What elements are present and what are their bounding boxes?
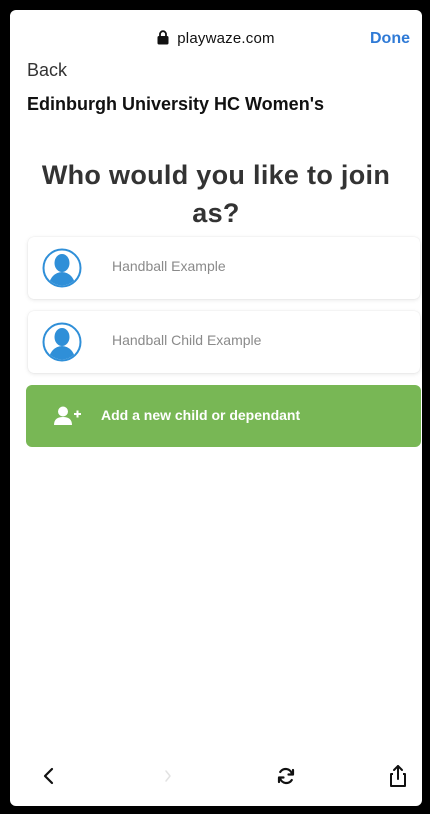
browser-window: playwaze.com Done Back Edinburgh Univers… <box>10 10 422 806</box>
member-name: Handball Child Example <box>112 332 262 348</box>
user-avatar-icon <box>42 322 82 362</box>
url-text: playwaze.com <box>177 30 275 47</box>
page-heading: Who would you like to join as? <box>41 160 391 228</box>
user-avatar-icon <box>42 248 82 288</box>
add-dependant-label: Add a new child or dependant <box>101 407 301 423</box>
share-icon[interactable] <box>384 762 412 790</box>
chevron-left-icon[interactable] <box>35 762 63 790</box>
browser-top-bar: playwaze.com Done <box>10 10 422 62</box>
add-user-icon <box>54 406 82 431</box>
lock-icon <box>157 30 169 49</box>
member-option-card[interactable]: Handball Child Example <box>28 311 420 373</box>
member-option-card[interactable]: Handball Example <box>28 237 420 299</box>
member-name: Handball Example <box>112 258 226 274</box>
address-bar[interactable]: playwaze.com <box>10 30 422 49</box>
add-dependant-button[interactable]: Add a new child or dependant <box>26 385 421 447</box>
done-button[interactable]: Done <box>370 30 410 48</box>
reload-icon[interactable] <box>272 762 300 790</box>
chevron-right-icon <box>155 762 183 790</box>
back-link[interactable]: Back <box>27 60 67 76</box>
club-name: Edinburgh University HC Women's <box>27 94 324 114</box>
browser-bottom-toolbar <box>10 746 422 806</box>
